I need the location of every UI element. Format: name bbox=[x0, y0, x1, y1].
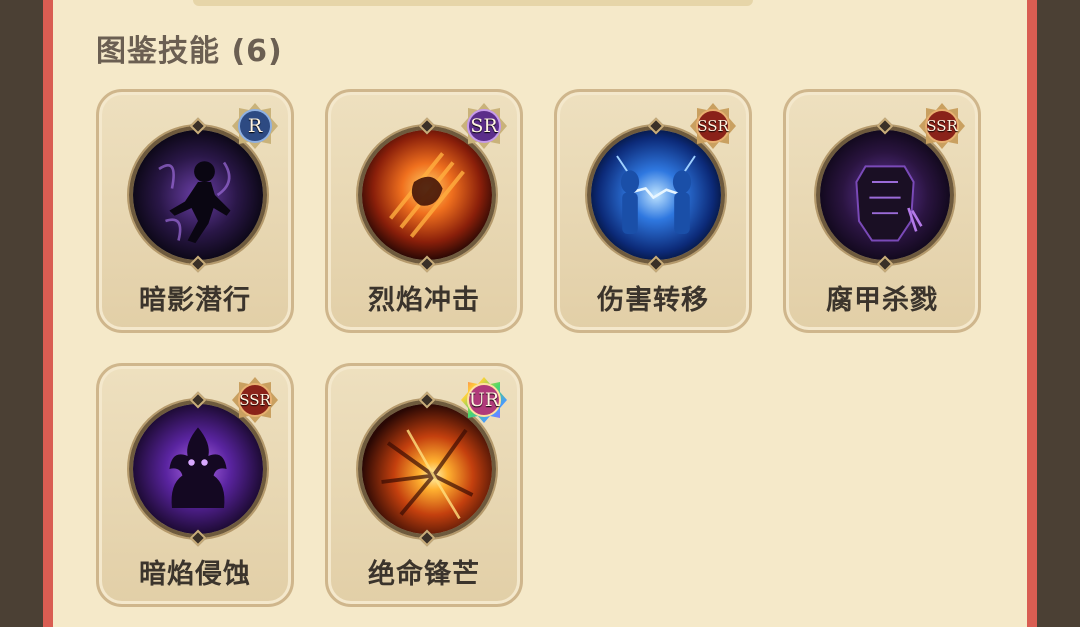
rarity-badge: SR bbox=[460, 102, 508, 150]
left-border bbox=[43, 0, 53, 627]
rarity-badge: SSR bbox=[918, 102, 966, 150]
rarity-label: SSR bbox=[926, 117, 958, 135]
skill-codex-panel: 图鉴技能 (6) R 暗影潜行 SR 烈焰冲击 SSR 伤害转移 SSR 腐甲杀… bbox=[53, 0, 1027, 627]
top-strip bbox=[193, 0, 753, 6]
skill-card-rotten-armor-slaughter[interactable]: SSR 腐甲杀戮 bbox=[783, 89, 981, 333]
left-frame bbox=[0, 0, 43, 627]
skill-card-fatal-edge[interactable]: UR 绝命锋芒 bbox=[325, 363, 523, 607]
right-frame bbox=[1037, 0, 1080, 627]
skill-card-shadow-stalk[interactable]: R 暗影潜行 bbox=[96, 89, 294, 333]
section-title: 图鉴技能 (6) bbox=[96, 34, 283, 69]
skill-card-dark-flame-erosion[interactable]: SSR 暗焰侵蚀 bbox=[96, 363, 294, 607]
rarity-label: UR bbox=[468, 389, 500, 411]
rarity-badge: SSR bbox=[689, 102, 737, 150]
rarity-badge: SSR bbox=[231, 376, 279, 424]
rarity-label: SSR bbox=[697, 117, 729, 135]
rarity-label: SR bbox=[470, 115, 498, 137]
skill-card-damage-transfer[interactable]: SSR 伤害转移 bbox=[554, 89, 752, 333]
skill-card-flame-strike[interactable]: SR 烈焰冲击 bbox=[325, 89, 523, 333]
skill-name: 绝命锋芒 bbox=[368, 559, 480, 590]
skill-name: 腐甲杀戮 bbox=[826, 285, 938, 316]
skill-name: 伤害转移 bbox=[597, 285, 709, 316]
skill-name: 暗影潜行 bbox=[139, 285, 251, 316]
rarity-badge: UR bbox=[460, 376, 508, 424]
rarity-label: SSR bbox=[239, 391, 271, 409]
rarity-label: R bbox=[247, 115, 263, 137]
right-border bbox=[1027, 0, 1037, 627]
skill-name: 暗焰侵蚀 bbox=[139, 559, 251, 590]
skill-name: 烈焰冲击 bbox=[368, 285, 480, 316]
rarity-badge: R bbox=[231, 102, 279, 150]
